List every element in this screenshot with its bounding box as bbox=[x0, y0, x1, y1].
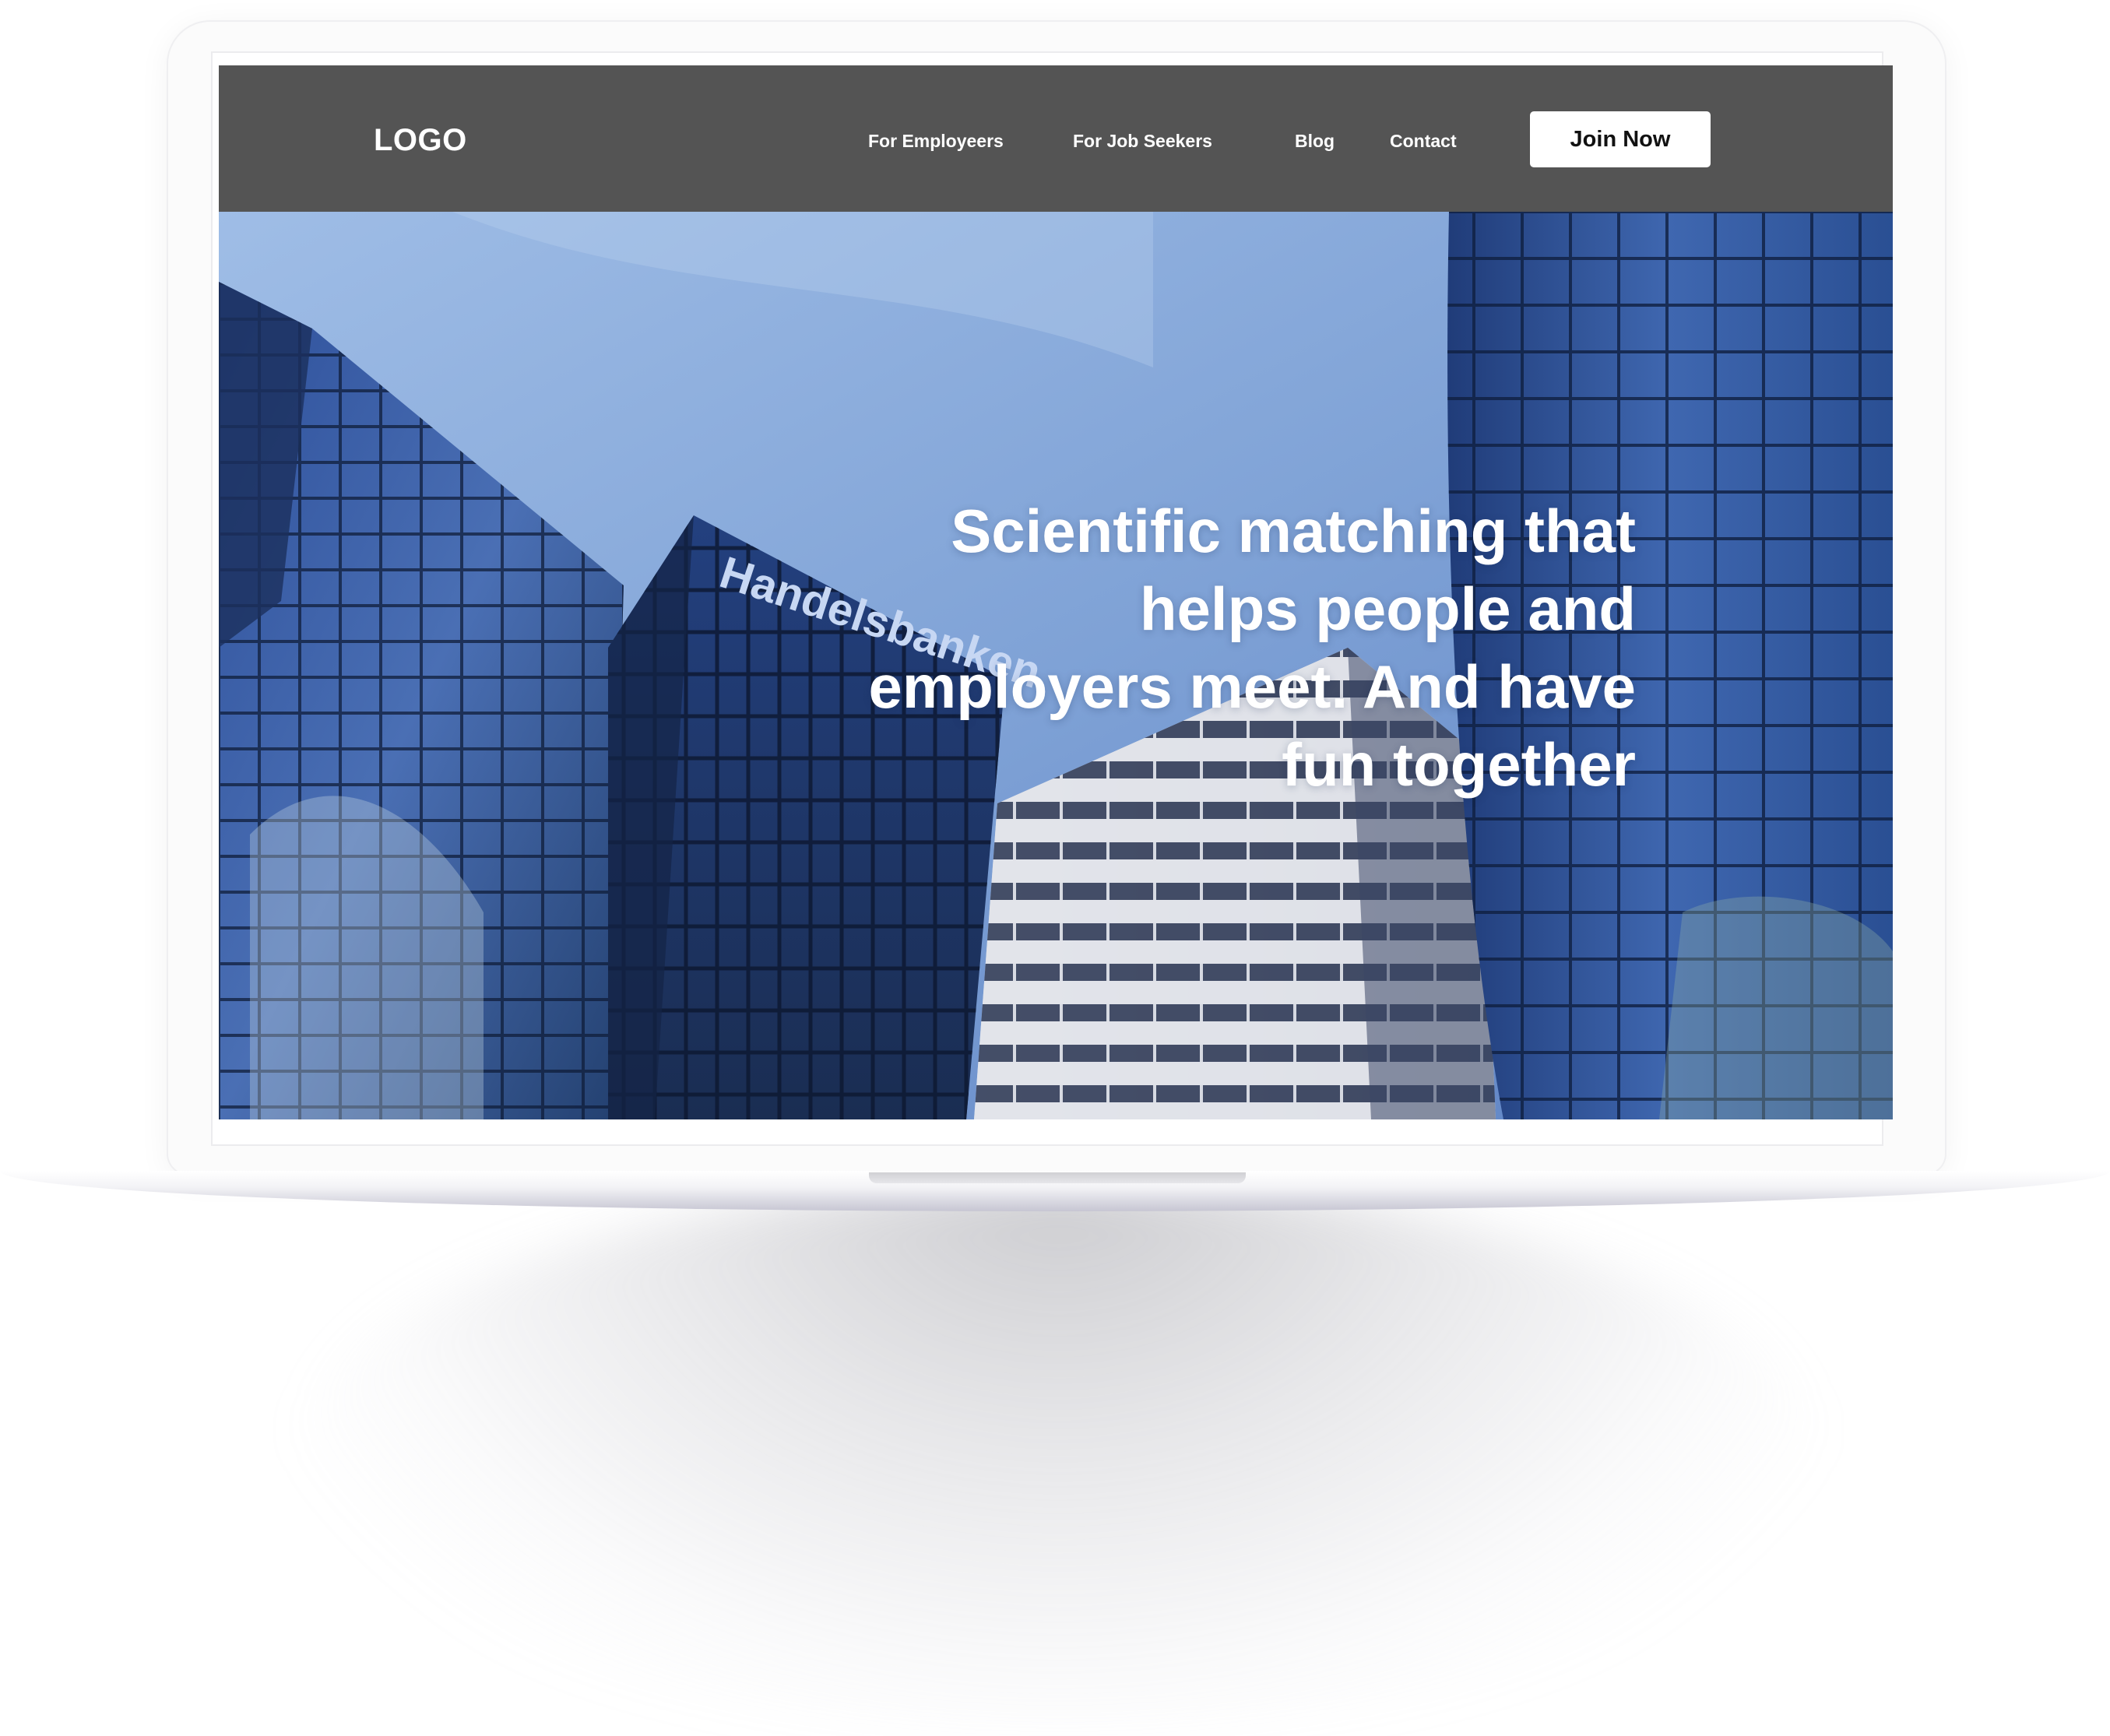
nav-link-for-employers[interactable]: For Employeers bbox=[868, 131, 1004, 152]
mockup-stage: LOGO For Employeers For Job Seekers Blog… bbox=[0, 0, 2110, 1736]
site-logo[interactable]: LOGO bbox=[374, 123, 467, 158]
nav-link-contact[interactable]: Contact bbox=[1390, 131, 1457, 152]
hero-headline: Scientific matching that helps people an… bbox=[868, 497, 1636, 799]
join-now-button[interactable]: Join Now bbox=[1530, 111, 1711, 167]
site-navbar: LOGO For Employeers For Job Seekers Blog… bbox=[219, 65, 1893, 212]
nav-link-for-job-seekers[interactable]: For Job Seekers bbox=[1073, 131, 1212, 152]
hero-section: Handelsbanken Scientific matching that h… bbox=[219, 212, 1893, 1119]
laptop-shadow bbox=[296, 1183, 1822, 1728]
laptop-screen: LOGO For Employeers For Job Seekers Blog… bbox=[219, 65, 1893, 1119]
nav-link-blog[interactable]: Blog bbox=[1295, 131, 1335, 152]
laptop-notch bbox=[869, 1172, 1246, 1183]
